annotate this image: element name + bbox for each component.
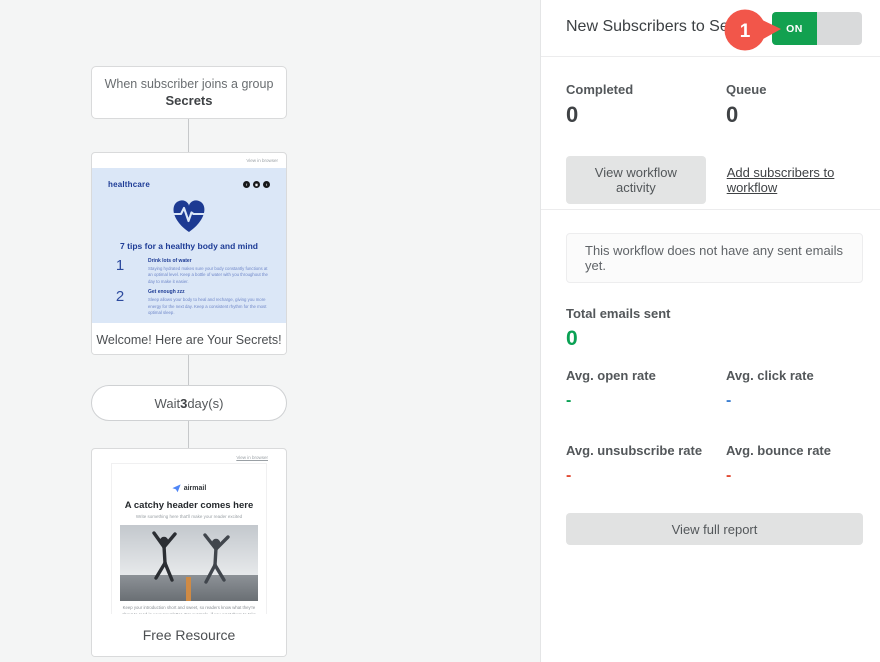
completed-label: Completed	[566, 82, 726, 97]
twitter-icon: t	[263, 181, 270, 188]
email2-subtitle: Write something here that'll make your r…	[112, 514, 266, 519]
email1-list-item: 2 Get enough zzz Sleep allows your body …	[92, 289, 286, 316]
annotation-badge-1: 1	[722, 7, 784, 58]
activity-section: Completed 0 Queue 0 View workflow activi…	[541, 57, 880, 210]
item-number: 1	[92, 258, 148, 285]
no-emails-notice: This workflow does not have any sent ema…	[566, 233, 863, 283]
delay-prefix: Wait	[155, 396, 181, 411]
avg-bounce-rate-value: -	[726, 467, 863, 485]
avg-click-rate-value: -	[726, 392, 863, 410]
item-number: 2	[92, 289, 148, 316]
view-in-browser-link: View in browser	[246, 158, 278, 163]
trigger-group-name: Secrets	[166, 93, 213, 108]
item-title: Drink lots of water	[148, 258, 270, 264]
trigger-description: When subscriber joins a group	[105, 77, 274, 91]
view-full-report-button[interactable]: View full report	[566, 513, 863, 545]
avg-bounce-rate: Avg. bounce rate -	[726, 443, 863, 485]
total-emails-label: Total emails sent	[566, 306, 863, 321]
toggle-off-track	[817, 12, 862, 45]
queue-label: Queue	[726, 82, 863, 97]
view-workflow-activity-button[interactable]: View workflow activity	[566, 156, 706, 204]
email1-step-name: Welcome! Here are Your Secrets!	[92, 323, 286, 355]
avg-open-rate: Avg. open rate -	[566, 368, 726, 410]
instagram-icon: ◉	[253, 181, 260, 188]
item-title: Get enough zzz	[148, 289, 270, 295]
annotation-number: 1	[740, 21, 751, 42]
trigger-step[interactable]: When subscriber joins a group Secrets	[91, 66, 287, 119]
heartbeat-icon	[169, 197, 209, 234]
social-icons: f ◉ t	[243, 181, 270, 188]
add-subscribers-link[interactable]: Add subscribers to workflow	[727, 165, 863, 195]
total-emails-value: 0	[566, 327, 863, 351]
email-step-welcome[interactable]: View in browser healthcare f ◉ t 7 tips …	[91, 152, 287, 355]
connector-line	[188, 355, 189, 385]
delay-suffix: day(s)	[187, 396, 223, 411]
email2-preview: airmail A catchy header comes here Write…	[111, 463, 267, 618]
item-body: Sleep allows your body to heal and recha…	[148, 297, 270, 317]
email1-list-item: 1 Drink lots of water Staying hydrated m…	[92, 258, 286, 285]
workflow-canvas: When subscriber joins a group Secrets Vi…	[0, 0, 540, 662]
queue-stat: Queue 0	[726, 82, 863, 128]
avg-unsubscribe-rate-value: -	[566, 467, 726, 485]
paper-plane-icon	[172, 484, 181, 493]
avg-unsubscribe-rate: Avg. unsubscribe rate -	[566, 443, 726, 485]
item-body: Staying hydrated makes sure your body co…	[148, 266, 270, 286]
completed-stat: Completed 0	[566, 82, 726, 128]
facebook-icon: f	[243, 181, 250, 188]
email1-headline: 7 tips for a healthy body and mind	[92, 241, 286, 251]
workflow-sidebar: New Subscribers to Secrets ON 1 Complete…	[540, 0, 880, 662]
healthcare-logo: healthcare	[108, 180, 150, 189]
workflow-status-toggle[interactable]: ON	[772, 12, 862, 45]
email2-headline: A catchy header comes here	[112, 500, 266, 511]
email1-preview: healthcare f ◉ t 7 tips for a healthy bo…	[92, 168, 286, 323]
email1-topbar: View in browser	[92, 153, 286, 168]
panel-header: New Subscribers to Secrets ON 1	[541, 0, 880, 57]
delay-value: 3	[180, 396, 187, 411]
view-in-browser-link: View in browser	[236, 455, 268, 460]
connector-line	[188, 119, 189, 152]
airmail-logo: airmail	[112, 484, 266, 493]
email-step-free-resource[interactable]: View in browser airmail A catchy header …	[91, 448, 287, 657]
completed-value: 0	[566, 102, 726, 128]
avg-click-rate: Avg. click rate -	[726, 368, 863, 410]
report-section: This workflow does not have any sent ema…	[541, 210, 880, 545]
email2-step-name: Free Resource	[92, 614, 286, 656]
jumping-people-photo	[120, 525, 258, 601]
avg-open-rate-value: -	[566, 392, 726, 410]
queue-value: 0	[726, 102, 863, 128]
connector-line	[188, 421, 189, 448]
delay-step[interactable]: Wait 3 day(s)	[91, 385, 287, 421]
